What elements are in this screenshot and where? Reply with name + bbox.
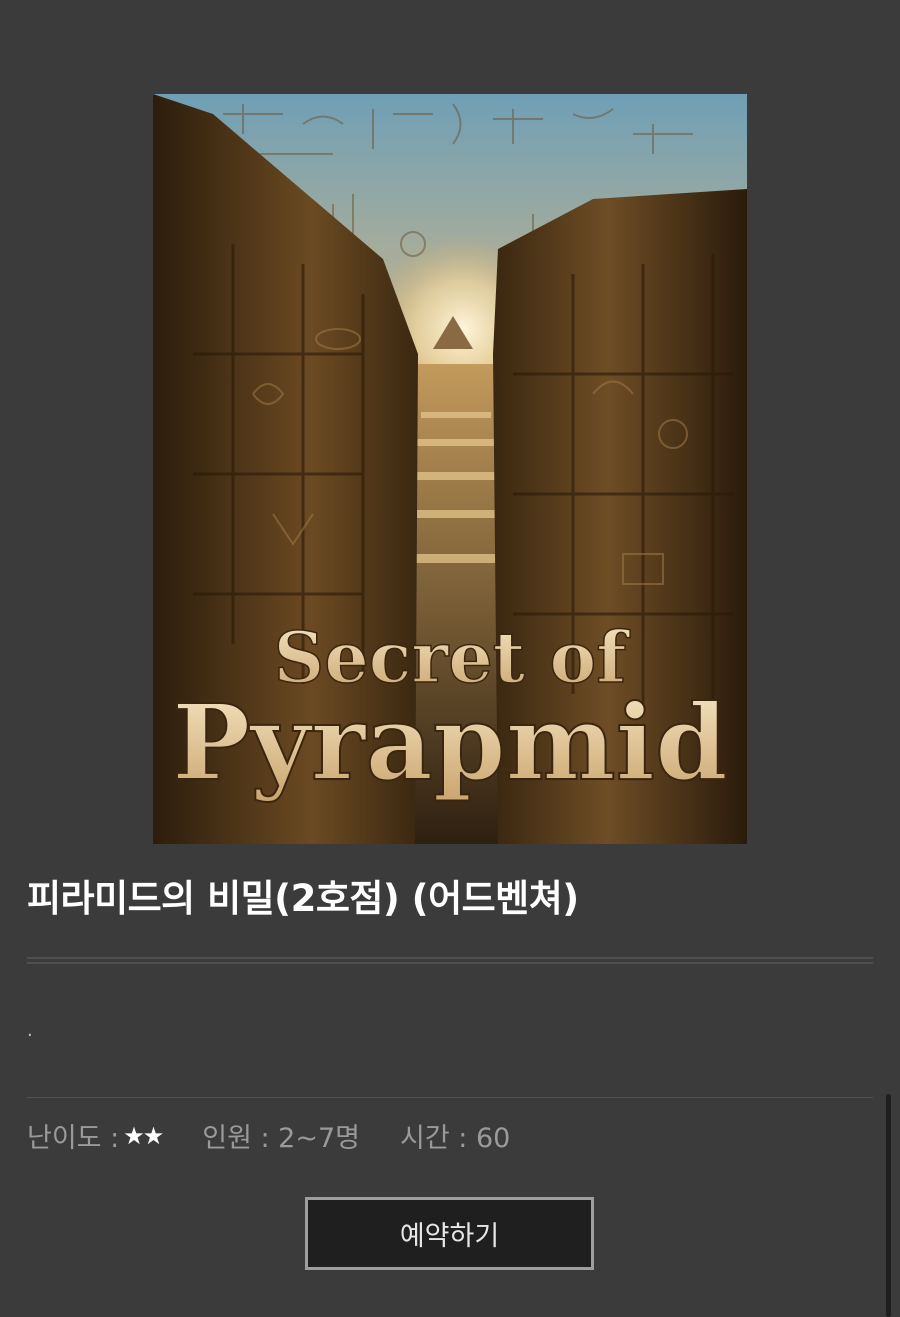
poster-title-line2: Pyrapmid bbox=[172, 681, 728, 804]
difficulty-label: 난이도 : bbox=[27, 1123, 120, 1154]
product-detail-page: Secret of Pyrapmid 피라미드의 비밀(2호점) (어드벤쳐) … bbox=[0, 0, 900, 1317]
scrollbar[interactable] bbox=[886, 1094, 891, 1317]
time-info: 시간 : 60 bbox=[400, 1123, 511, 1154]
product-title: 피라미드의 비밀(2호점) (어드벤쳐) bbox=[27, 877, 579, 920]
reserve-button[interactable]: 예약하기 bbox=[305, 1197, 594, 1270]
product-description: . bbox=[27, 1020, 33, 1041]
players-info: 인원 : 2~7명 bbox=[202, 1123, 360, 1154]
poster-image: Secret of Pyrapmid bbox=[153, 94, 747, 844]
title-divider bbox=[27, 957, 873, 964]
difficulty-stars-icon: ★★ bbox=[123, 1121, 164, 1150]
product-info-row: 난이도 : ★★ 인원 : 2~7명 시간 : 60 bbox=[27, 1116, 550, 1155]
difficulty-info: 난이도 : ★★ bbox=[27, 1116, 164, 1155]
poster-artwork: Secret of Pyrapmid bbox=[153, 94, 747, 844]
info-divider bbox=[27, 1097, 873, 1098]
